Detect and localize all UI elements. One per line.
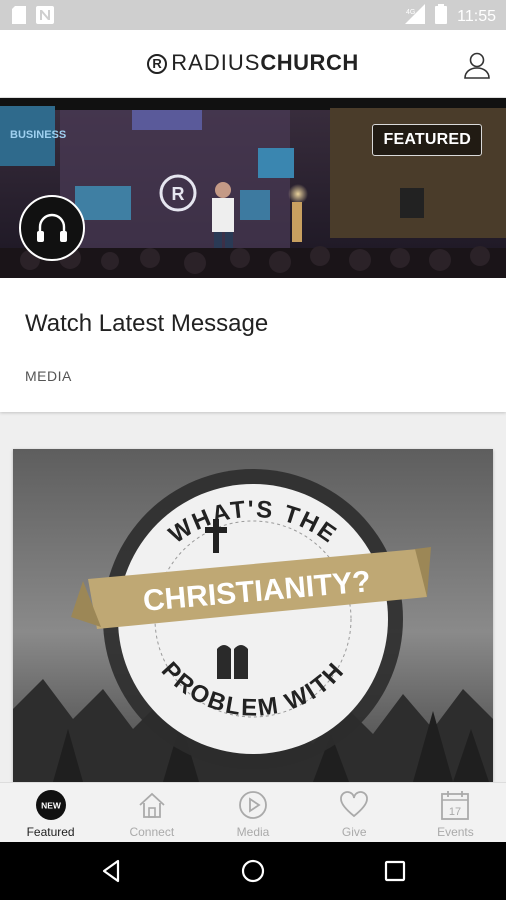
- calendar-date-text: 17: [449, 806, 461, 818]
- tab-featured[interactable]: NEW Featured: [0, 783, 101, 842]
- play-icon: [239, 791, 267, 819]
- brand-name-bold: CHURCH: [260, 50, 359, 75]
- stage-screen-text: BUSINESS: [10, 129, 66, 141]
- brand-logo: R RADIUSCHURCH: [0, 50, 506, 76]
- stage-photo: R BUSINESS FEATURED: [0, 98, 506, 278]
- battery-icon: [435, 4, 448, 29]
- card-category: MEDIA: [25, 368, 72, 384]
- status-bar: 4G 11:55: [0, 0, 506, 30]
- tab-label-events: Events: [437, 825, 474, 839]
- user-icon: [464, 52, 490, 79]
- calendar-icon: 17: [441, 791, 470, 820]
- headphones-icon: [37, 213, 67, 242]
- app-header: R RADIUSCHURCH: [0, 30, 506, 98]
- recents-icon[interactable]: [380, 856, 410, 886]
- heart-icon: [340, 791, 369, 818]
- sd-card-icon: [12, 6, 26, 29]
- featured-badge: FEATURED: [372, 124, 482, 156]
- tab-media[interactable]: Media: [202, 783, 303, 842]
- tab-give[interactable]: Give: [304, 783, 405, 842]
- profile-button[interactable]: [462, 50, 492, 80]
- featured-message-card[interactable]: R BUSINESS FEATURED Watch Latest Message…: [0, 98, 506, 412]
- tab-label-media: Media: [236, 825, 270, 839]
- tab-label-connect: Connect: [129, 825, 175, 839]
- card-title: Watch Latest Message: [25, 310, 269, 337]
- sermon-series-card[interactable]: WHAT'S THE PROBLEM WITH CHRISTIANITY?: [13, 449, 493, 782]
- tab-connect[interactable]: Connect: [101, 783, 202, 842]
- tab-events[interactable]: 17 Events: [405, 783, 506, 842]
- cell-signal-icon: 4G: [405, 4, 426, 29]
- tab-label-featured: Featured: [26, 825, 75, 839]
- system-navigation-bar: [0, 842, 506, 900]
- tab-label-give: Give: [341, 825, 367, 839]
- bottom-tab-bar: NEW Featured Connect Media Give 17 Event…: [0, 782, 506, 842]
- svg-text:4G: 4G: [406, 9, 415, 16]
- status-time: 11:55: [457, 7, 496, 25]
- new-badge-text: NEW: [41, 801, 62, 811]
- radius-logo-icon: R: [147, 54, 168, 74]
- brand-name-light: RADIUS: [171, 50, 261, 75]
- home-button-icon[interactable]: [238, 856, 268, 886]
- listen-audio-button[interactable]: [19, 195, 85, 261]
- new-badge-icon: NEW: [35, 790, 66, 820]
- back-icon[interactable]: [96, 856, 126, 886]
- home-icon: [139, 792, 165, 818]
- n-notification-icon: [36, 6, 54, 29]
- sermon-artwork: WHAT'S THE PROBLEM WITH CHRISTIANITY?: [13, 449, 493, 782]
- svg-text:R: R: [172, 184, 185, 204]
